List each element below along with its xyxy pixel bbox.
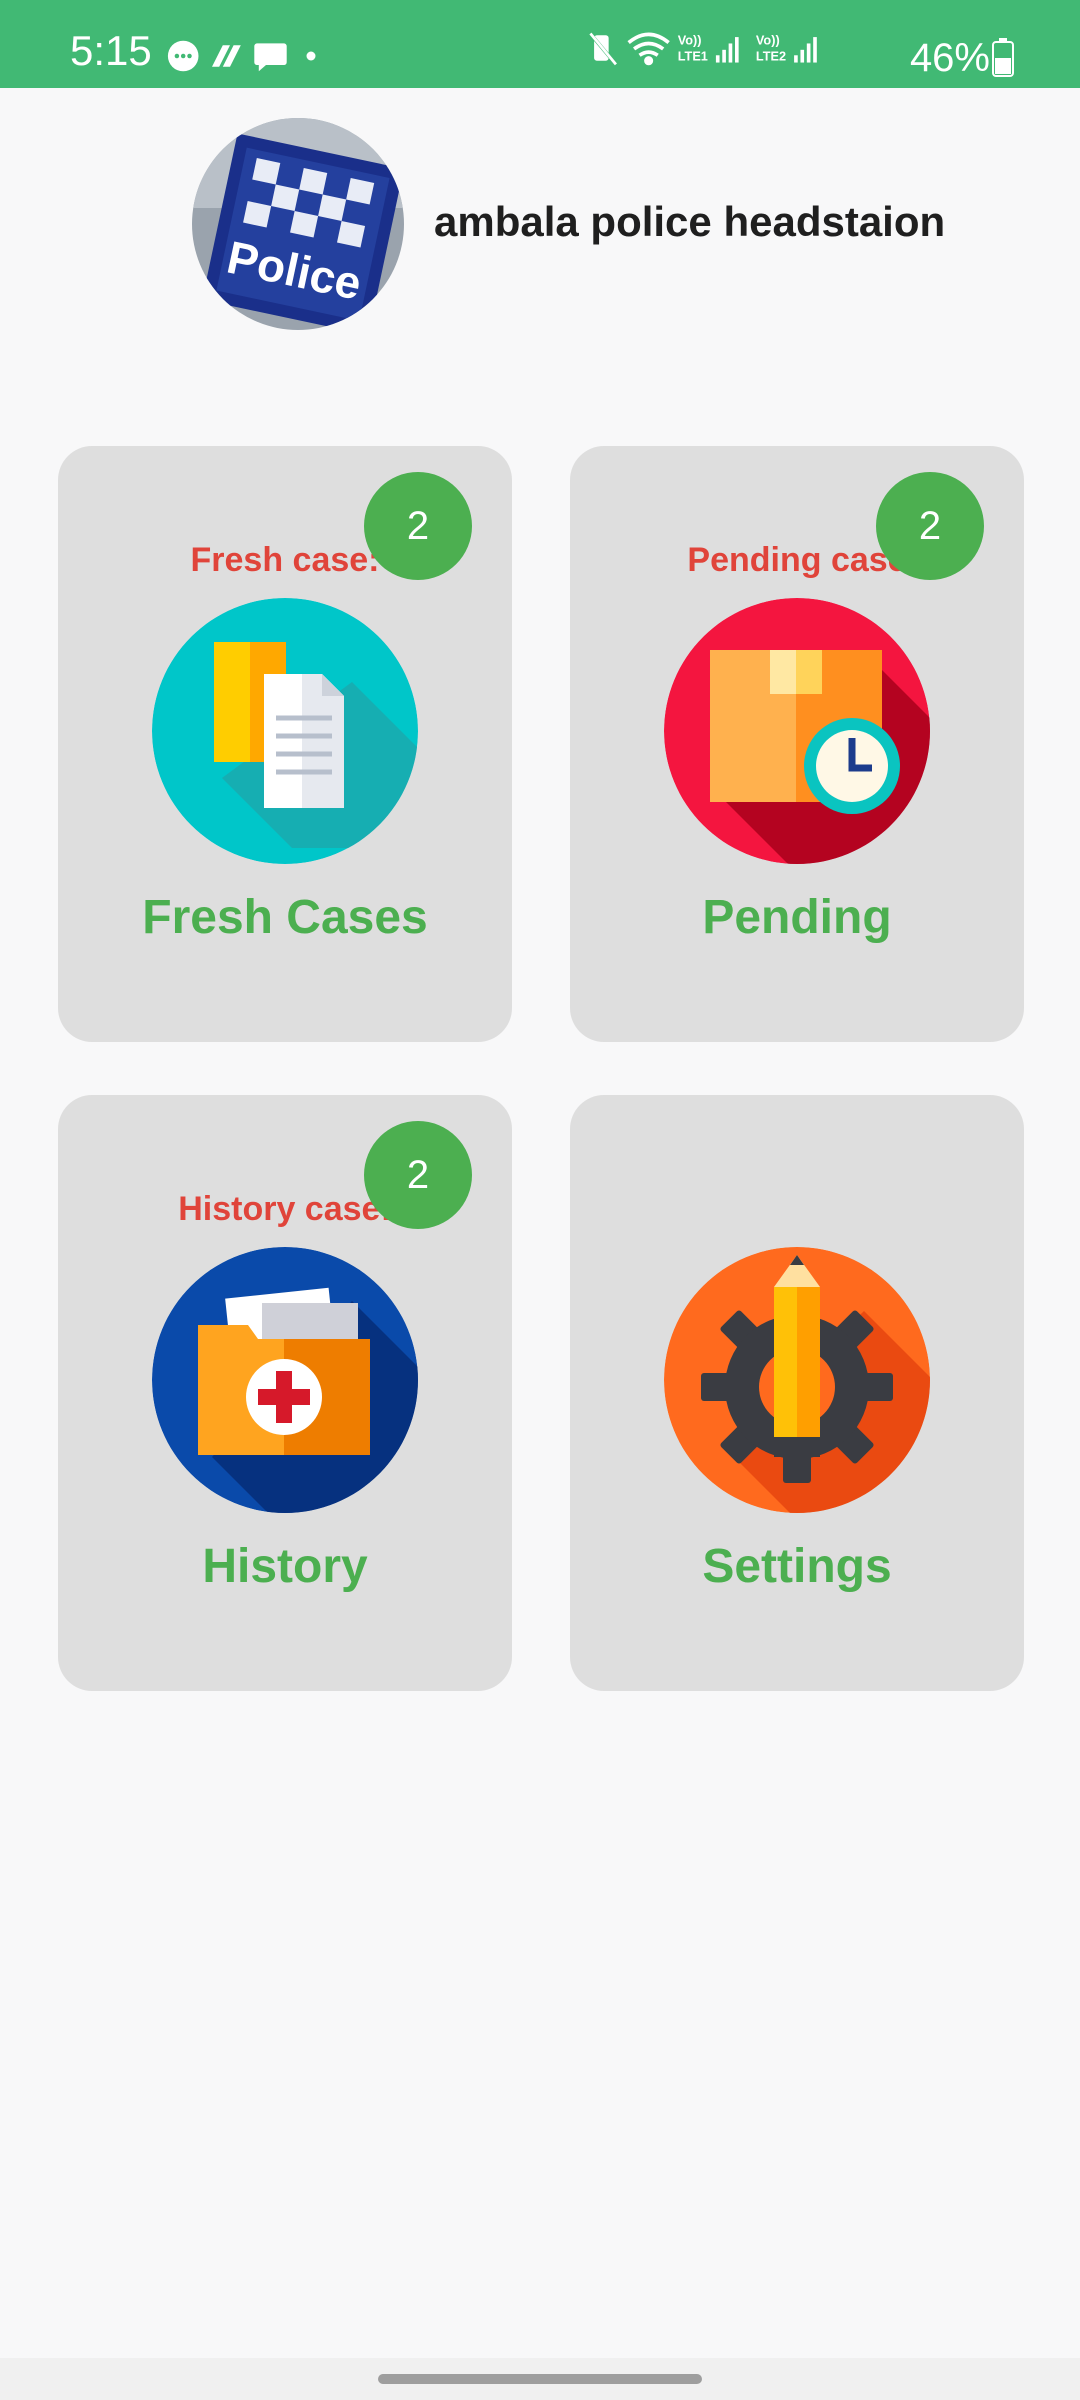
fresh-cases-card[interactable]: Fresh case: 2 Fresh Cases <box>58 446 512 1042</box>
documents-icon <box>152 598 418 864</box>
svg-text:LTE2: LTE2 <box>756 49 786 64</box>
home-indicator[interactable] <box>378 2374 702 2384</box>
chat-bubble-icon <box>167 40 199 72</box>
fresh-case-count-badge: 2 <box>364 472 472 580</box>
battery-percent: 46% <box>909 36 990 80</box>
pending-card[interactable]: Pending case 2 Pending <box>570 446 1024 1042</box>
signal-lte1-icon: Vo)) LTE1 <box>678 32 739 64</box>
svg-text:LTE1: LTE1 <box>678 49 708 64</box>
history-title: History <box>202 1540 368 1593</box>
police-sign-avatar: Police <box>192 118 404 330</box>
svg-text:Vo)): Vo)) <box>678 32 702 47</box>
status-bar: 5:15 Vo)) LTE1 Vo)) LTE2 46% <box>0 0 1080 88</box>
signal-lte2-icon: Vo)) LTE2 <box>756 32 817 64</box>
pending-case-count-badge: 2 <box>876 472 984 580</box>
box-clock-icon <box>664 598 930 864</box>
app-notification-icon <box>212 45 241 67</box>
battery-icon <box>992 38 1014 77</box>
settings-card[interactable]: Settings <box>570 1095 1024 1691</box>
status-time: 5:15 <box>70 27 152 74</box>
gear-pencil-icon <box>664 1247 930 1513</box>
history-card[interactable]: History case: 2 History <box>58 1095 512 1691</box>
message-icon <box>254 43 287 72</box>
wifi-icon <box>627 32 670 66</box>
notification-icons <box>167 40 316 72</box>
fresh-cases-title: Fresh Cases <box>142 891 428 944</box>
avatar[interactable]: Police <box>192 118 404 330</box>
medical-folder-icon <box>152 1247 418 1513</box>
history-case-count-badge: 2 <box>364 1121 472 1229</box>
dot-icon <box>306 51 316 61</box>
pending-title: Pending <box>702 891 892 944</box>
svg-text:Vo)): Vo)) <box>756 32 780 47</box>
settings-title: Settings <box>702 1540 892 1593</box>
system-icons: Vo)) LTE1 Vo)) LTE2 <box>587 30 817 66</box>
page-title: ambala police headstaion <box>434 198 946 245</box>
vibrate-mute-icon <box>587 30 618 66</box>
